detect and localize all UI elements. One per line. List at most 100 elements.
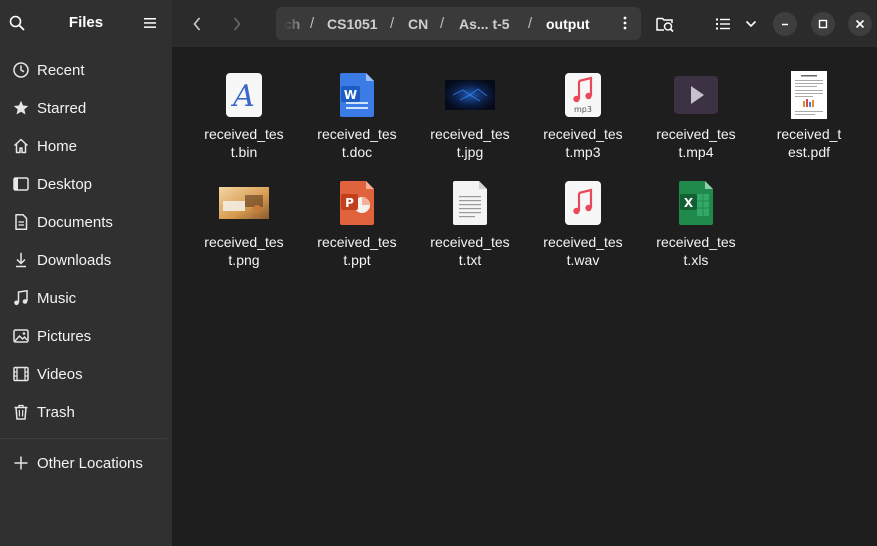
sidebar-item-home[interactable]: Home [0, 128, 172, 164]
sidebar-item-recent[interactable]: Recent [0, 52, 172, 88]
sidebar-item-label: Home [37, 137, 78, 155]
breadcrumb-assignment[interactable]: As... t-5 [459, 16, 510, 32]
star-icon [11, 98, 31, 118]
file-name: received_tes t.png [204, 234, 284, 268]
file-name: received_t est.pdf [776, 126, 842, 160]
audio-file-icon [553, 179, 613, 227]
video-file-icon [666, 71, 726, 119]
sidebar-item-label: Videos [37, 365, 83, 383]
path-bar: ech / CS1051 / CN / As... t-5 / output [276, 7, 641, 40]
close-icon [855, 19, 865, 29]
document-icon [11, 212, 31, 232]
sidebar-item-trash[interactable]: Trash [0, 394, 172, 430]
search-folder-icon [656, 17, 674, 33]
svg-text:P: P [345, 196, 354, 210]
svg-text:mp3: mp3 [574, 105, 592, 114]
close-button[interactable] [848, 12, 872, 36]
desktop-icon [11, 174, 31, 194]
file-name: received_tes t.wav [543, 234, 623, 268]
breadcrumb-separator: / [440, 15, 445, 32]
hamburger-icon [144, 18, 156, 28]
video-icon [11, 364, 31, 384]
sidebar-item-label: Documents [37, 213, 113, 231]
file-grid: A received_tes t.bin W received_tes t.doc … [172, 47, 877, 546]
list-view-icon [716, 18, 730, 30]
sidebar-item-downloads[interactable]: Downloads [0, 242, 172, 278]
back-button[interactable] [182, 10, 212, 38]
trash-icon [11, 402, 31, 422]
breadcrumb-output[interactable]: output [546, 16, 590, 32]
pdf-thumbnail [779, 71, 839, 119]
breadcrumb-separator: / [310, 15, 315, 32]
picture-icon [11, 326, 31, 346]
file-item-png[interactable]: received_tes t.png [189, 155, 299, 268]
sidebar-item-label: Other Locations [37, 454, 143, 472]
minimize-icon [782, 23, 788, 26]
maximize-icon [818, 19, 828, 29]
search-files-button[interactable] [651, 10, 679, 38]
music-icon [11, 288, 31, 308]
clock-icon [11, 60, 31, 80]
sidebar-item-label: Recent [37, 61, 85, 79]
image-thumbnail [214, 179, 274, 227]
main-menu-button[interactable] [139, 12, 161, 34]
svg-text:X: X [684, 196, 694, 210]
file-name: received_tes t.xls [656, 234, 736, 268]
download-icon [11, 250, 31, 270]
svg-text:A: A [230, 79, 255, 114]
file-item-jpg[interactable]: received_tes t.jpg [415, 47, 525, 160]
breadcrumb-cs1051[interactable]: CS1051 [327, 16, 378, 32]
powerpoint-file-icon: P [327, 179, 387, 227]
chevron-left-icon [193, 17, 201, 31]
chevron-down-icon [745, 20, 757, 28]
sidebar-item-label: Music [37, 289, 77, 307]
home-icon [11, 136, 31, 156]
sidebar-item-other-locations[interactable]: Other Locations [0, 445, 172, 481]
file-name: received_tes t.ppt [317, 234, 397, 268]
breadcrumb-separator: / [528, 15, 533, 32]
audio-file-icon: mp3 [553, 71, 613, 119]
excel-file-icon: X [666, 179, 726, 227]
path-menu-button[interactable] [611, 9, 639, 37]
more-vertical-icon [623, 16, 627, 30]
sidebar-item-label: Pictures [37, 327, 92, 345]
plus-icon [11, 453, 31, 473]
chevron-right-icon [233, 17, 241, 31]
sidebar: Files Recent Starred Home Desktop Docume… [0, 0, 172, 546]
file-item-pdf[interactable]: received_t est.pdf [754, 47, 864, 160]
breadcrumb-cn[interactable]: CN [408, 16, 428, 32]
sidebar-item-label: Desktop [37, 175, 93, 193]
svg-text:W: W [344, 88, 357, 102]
sidebar-item-documents[interactable]: Documents [0, 204, 172, 240]
sidebar-item-starred[interactable]: Starred [0, 90, 172, 126]
file-item-mp3[interactable]: mp3 received_tes t.mp3 [528, 47, 638, 160]
forward-button[interactable] [222, 10, 252, 38]
text-file-icon [440, 179, 500, 227]
file-name: received_tes t.txt [430, 234, 510, 268]
view-options-button[interactable] [737, 10, 765, 38]
image-thumbnail [440, 71, 500, 119]
sidebar-item-label: Trash [37, 403, 75, 421]
minimize-button[interactable] [773, 12, 797, 36]
file-item-ppt[interactable]: P received_tes t.ppt [302, 155, 412, 268]
font-file-icon: A [214, 71, 274, 119]
file-item-bin[interactable]: A received_tes t.bin [189, 47, 299, 160]
file-item-xls[interactable]: X received_tes t.xls [641, 155, 751, 268]
sidebar-item-music[interactable]: Music [0, 280, 172, 316]
file-item-mp4[interactable]: received_tes t.mp4 [641, 47, 751, 160]
sidebar-item-label: Starred [37, 99, 87, 117]
word-document-icon: W [327, 71, 387, 119]
sidebar-separator [0, 438, 167, 439]
sidebar-item-desktop[interactable]: Desktop [0, 166, 172, 202]
sidebar-item-pictures[interactable]: Pictures [0, 318, 172, 354]
view-list-button[interactable] [709, 10, 737, 38]
file-item-txt[interactable]: received_tes t.txt [415, 155, 525, 268]
file-item-wav[interactable]: received_tes t.wav [528, 155, 638, 268]
path-bar-fade [276, 7, 302, 40]
maximize-button[interactable] [811, 12, 835, 36]
file-item-doc[interactable]: W received_tes t.doc [302, 47, 412, 160]
sidebar-item-label: Downloads [37, 251, 112, 269]
sidebar-header: Files [0, 0, 172, 47]
breadcrumb-separator: / [390, 15, 395, 32]
sidebar-item-videos[interactable]: Videos [0, 356, 172, 392]
